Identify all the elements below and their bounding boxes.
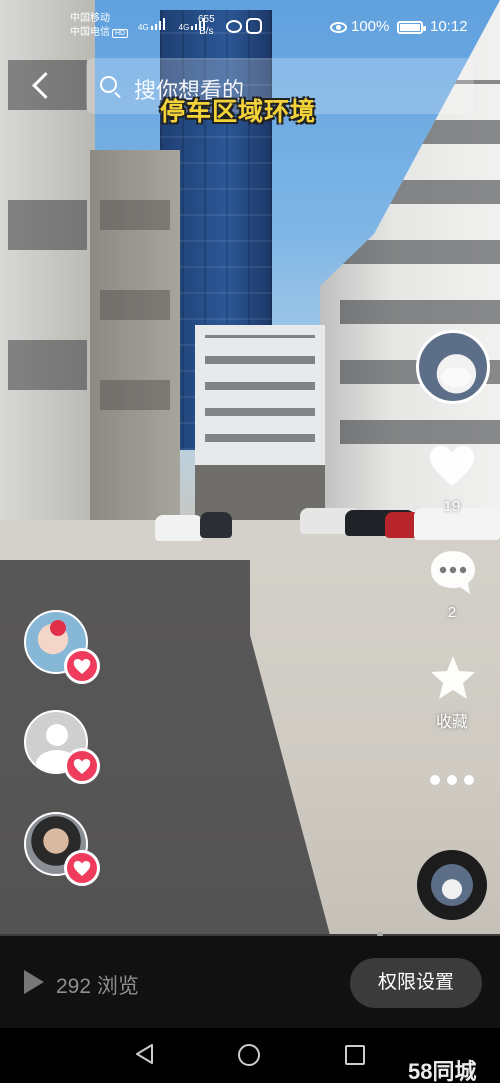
- star-icon[interactable]: [428, 654, 478, 702]
- back-button[interactable]: [22, 66, 58, 106]
- video-player-screen: 中国移动 中国电信 HD 4G 4G 655 B/s 100% 10:12 搜你想…: [0, 0, 500, 1083]
- net-speed: 655 B/s: [198, 14, 215, 38]
- net-speed-unit: B/s: [199, 26, 214, 37]
- like-badge-icon: [64, 748, 100, 784]
- watermark-logo: 58同城: [408, 1059, 477, 1083]
- hd-badge: HD: [112, 29, 129, 38]
- like-count: 19: [443, 498, 461, 515]
- signal-indicators: 4G 4G: [138, 18, 206, 32]
- shield-icon: [246, 18, 262, 34]
- permission-settings-button[interactable]: 权限设置: [350, 958, 482, 1008]
- parked-car: [200, 512, 232, 538]
- wechat-icon: [226, 20, 242, 33]
- clock: 10:12: [430, 18, 468, 35]
- collect-label: 收藏: [435, 714, 468, 731]
- nav-home-icon[interactable]: [238, 1044, 260, 1066]
- signal-icon: 4G: [138, 18, 165, 32]
- like-badge-icon: [64, 850, 100, 886]
- comment-count: 2: [447, 604, 457, 621]
- heart-icon[interactable]: [428, 444, 476, 488]
- bottom-bar: 292 浏览 权限设置: [0, 936, 500, 1028]
- play-icon: [24, 970, 44, 994]
- more-dots-icon[interactable]: [430, 770, 474, 790]
- nav-back-icon[interactable]: [133, 1042, 155, 1066]
- parked-car: [155, 515, 203, 541]
- video-frame[interactable]: [0, 0, 500, 935]
- author-avatar[interactable]: [416, 330, 490, 404]
- nav-recent-icon[interactable]: [345, 1045, 365, 1065]
- network-type-1: 4G: [138, 23, 149, 32]
- music-disc-icon[interactable]: [417, 850, 487, 920]
- like-badge-icon: [64, 648, 100, 684]
- building-center: [195, 325, 325, 520]
- net-speed-value: 655: [198, 14, 215, 25]
- status-bar: 中国移动 中国电信 HD 4G 4G 655 B/s 100% 10:12: [0, 0, 500, 50]
- battery-icon: [397, 21, 426, 34]
- carrier-1: 中国移动: [70, 13, 110, 24]
- search-icon: [100, 76, 117, 93]
- building-left-back: [90, 150, 180, 530]
- carrier-2: 中国电信: [70, 27, 110, 38]
- video-caption: 停车区域环境: [160, 98, 317, 126]
- comment-icon[interactable]: [428, 548, 478, 596]
- battery-percent: 100%: [351, 18, 390, 35]
- network-type-2: 4G: [178, 23, 190, 32]
- eye-icon: [330, 22, 347, 33]
- carrier-info: 中国移动 中国电信 HD: [70, 12, 129, 41]
- view-count: 292 浏览: [56, 975, 139, 998]
